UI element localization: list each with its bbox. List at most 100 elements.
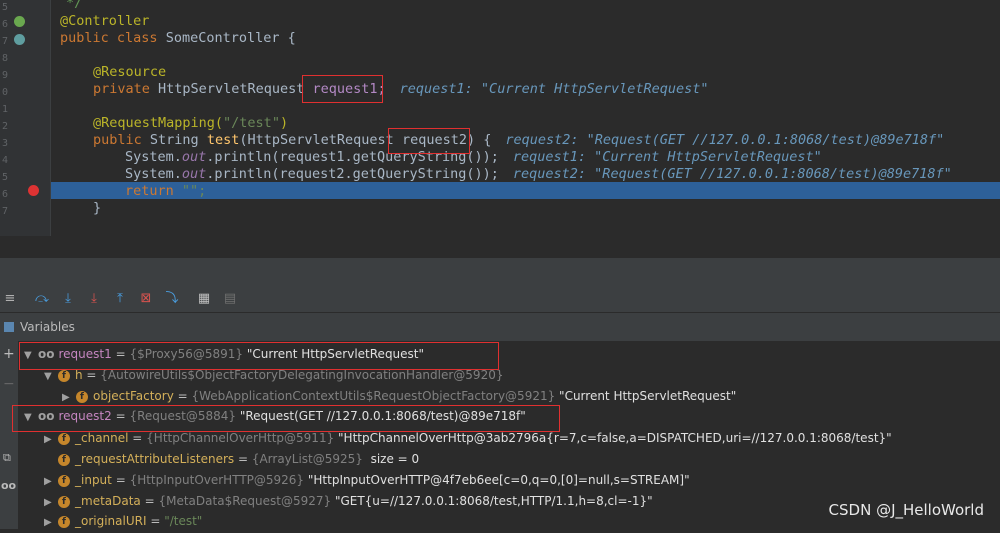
code-line-controller: @Controller	[60, 13, 149, 30]
variable-type: {MetaData$Request@5927}	[158, 494, 332, 508]
code-line-class: public class SomeController {	[60, 30, 296, 47]
keyword: public	[93, 132, 142, 148]
keyword: return	[125, 183, 174, 199]
code-line-return: return "";	[125, 183, 206, 200]
variables-side-toolbar: + − ⧉ oo	[0, 341, 18, 529]
force-step-into-icon[interactable]: ⤓	[86, 291, 102, 307]
variable-type: {HttpInputOverHTTP@5926}	[129, 473, 305, 487]
code-text: .println(request2.getQueryString());	[206, 166, 499, 182]
code-line-print2: System.out.println(request2.getQueryStri…	[125, 166, 952, 183]
step-out-icon[interactable]: ⤒	[112, 291, 128, 307]
method-name: test	[206, 132, 240, 148]
keyword: public class	[60, 30, 158, 46]
field-icon: f	[58, 495, 70, 508]
line-number: 4	[1, 155, 8, 166]
variable-name: _requestAttributeListeners	[75, 452, 235, 466]
code-line-method: public String test(HttpServletRequest re…	[93, 132, 944, 149]
static-field: out	[181, 149, 207, 165]
brace: {	[483, 132, 492, 148]
highlight-box-request1	[302, 75, 383, 103]
equals: =	[82, 368, 101, 382]
annotation: @Controller	[60, 13, 150, 29]
variable-name: _input	[75, 473, 112, 487]
variable-row[interactable]: ▶ f _metaData = {MetaData$Request@5927} "G…	[44, 491, 653, 512]
equals: =	[128, 431, 147, 445]
variable-row[interactable]: f _requestAttributeListeners = {ArrayList…	[44, 449, 419, 470]
editor-gutter[interactable]: 5 6 7 8 9 0 1 2 3 4 5 6 7	[0, 0, 51, 236]
field-icon: f	[76, 390, 88, 403]
keyword: private	[93, 81, 150, 97]
line-number: 9	[1, 70, 8, 81]
inline-debug-value: request1: "Current HttpServletRequest"	[512, 149, 822, 165]
field-icon: f	[58, 453, 70, 466]
variable-type: {ArrayList@5925}	[251, 452, 363, 466]
step-over-icon[interactable]: ⤼	[34, 291, 50, 307]
watermark: CSDN @J_HelloWorld	[828, 501, 984, 519]
inline-debug-value: request2: "Request(GET //127.0.0.1:8068/…	[512, 166, 952, 182]
equals: =	[173, 389, 192, 403]
add-watch-icon[interactable]: +	[3, 346, 15, 362]
code-text: System.	[125, 166, 182, 182]
debug-tool-strip	[0, 258, 1000, 286]
variable-value: "Current HttpServletRequest"	[555, 389, 737, 403]
editor-bottom-band	[0, 236, 1000, 258]
equals: =	[111, 473, 130, 487]
remove-watch-icon[interactable]: −	[3, 376, 15, 392]
class-name: SomeController {	[165, 30, 296, 46]
equals: =	[234, 452, 252, 466]
menu-icon[interactable]: ≡	[2, 291, 18, 307]
variable-type: {AutowireUtils$ObjectFactoryDelegatingIn…	[100, 368, 504, 382]
line-number: 2	[1, 121, 8, 132]
highlight-box-request1-var	[19, 342, 499, 370]
watches-icon[interactable]: oo	[1, 479, 16, 492]
variable-value: "HttpInputOverHTTP@4f7eb6ee[c=0,q=0,[0]=…	[304, 473, 690, 487]
inline-debug-value: request1: "Current HttpServletRequest"	[399, 81, 709, 97]
field-icon: f	[58, 369, 70, 382]
type-name: String	[149, 132, 199, 148]
annotation: )	[279, 115, 289, 131]
spring-gutter-icon[interactable]	[14, 34, 25, 45]
evaluate-icon[interactable]: ▦	[196, 291, 212, 307]
variable-name: _originalURI	[75, 514, 147, 528]
breakpoint-icon[interactable]	[28, 185, 39, 196]
run-to-cursor-icon[interactable]: ⤵	[164, 291, 180, 307]
line-number: 5	[1, 2, 8, 13]
variable-value: "HttpChannelOverHttp@3ab2796a{r=7,c=fals…	[334, 431, 892, 445]
collapsed-arrow-icon[interactable]: ▶	[44, 471, 58, 492]
copy-icon[interactable]: ⧉	[3, 451, 11, 465]
line-number: 6	[1, 19, 8, 30]
variable-name: h	[75, 368, 83, 382]
collapsed-arrow-icon[interactable]: ▶	[44, 492, 58, 513]
code-line-comment: */	[66, 0, 83, 11]
collapsed-arrow-icon[interactable]: ▶	[44, 512, 58, 533]
field-icon: f	[58, 474, 70, 487]
debug-toolbar: ≡ ⤼ ⤓ ⤓ ⤒ ⊠ ⤵ ▦ ▤	[0, 286, 1000, 313]
field-icon: f	[58, 432, 70, 445]
code-line-resource: @Resource	[93, 64, 166, 81]
variable-name: _channel	[75, 431, 129, 445]
line-number: 5	[1, 172, 8, 183]
line-number: 7	[1, 206, 8, 217]
collapsed-arrow-icon[interactable]: ▶	[44, 429, 58, 450]
line-number: 1	[1, 104, 8, 115]
code-text: System.	[125, 149, 182, 165]
variable-row[interactable]: ▶ f _input = {HttpInputOverHTTP@5926} "Htt…	[44, 470, 690, 491]
field-icon: f	[58, 515, 70, 528]
step-into-icon[interactable]: ⤓	[60, 291, 76, 307]
equals: =	[140, 494, 159, 508]
variables-title: Variables	[20, 320, 75, 334]
bean-gutter-icon[interactable]	[14, 16, 25, 27]
code-editor[interactable]: 5 6 7 8 9 0 1 2 3 4 5 6 7 */ @Controller…	[0, 0, 1000, 236]
annotation: @RequestMapping(	[93, 115, 224, 131]
line-number: 7	[1, 36, 8, 47]
variable-name: _metaData	[75, 494, 141, 508]
code-line-mapping: @RequestMapping("/test")	[93, 115, 288, 132]
line-number: 6	[1, 189, 8, 200]
trace-icon[interactable]: ▤	[222, 291, 238, 307]
variable-row[interactable]: ▶ f objectFactory = {WebApplicationContext…	[62, 386, 736, 407]
variable-type: {HttpChannelOverHttp@5911}	[146, 431, 335, 445]
variable-type: {WebApplicationContextUtils$RequestObjec…	[191, 389, 556, 403]
variable-value: "/test"	[164, 514, 203, 528]
string-literal: "/test"	[223, 115, 280, 131]
drop-frame-icon[interactable]: ⊠	[138, 291, 154, 307]
